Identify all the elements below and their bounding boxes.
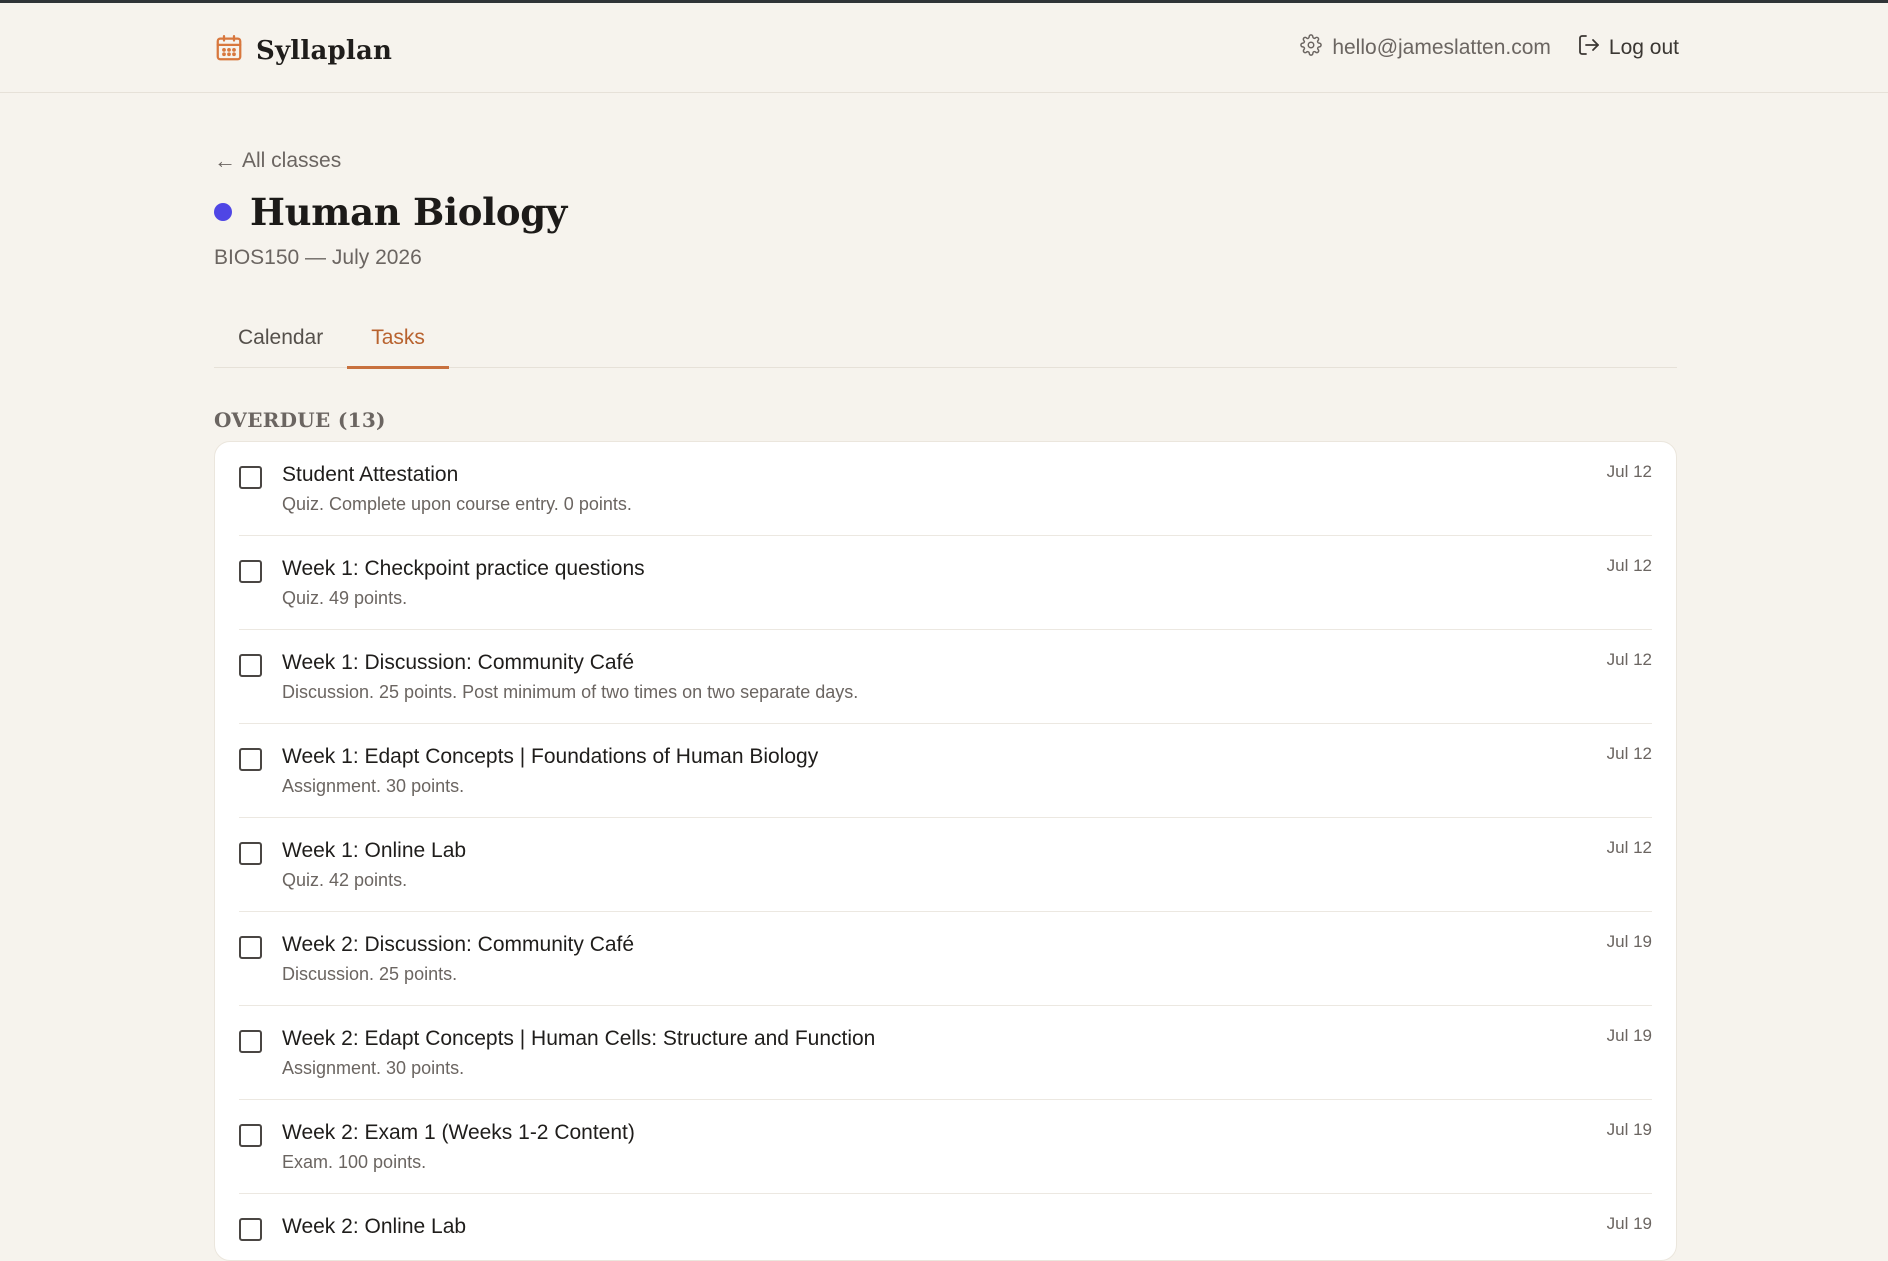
task-due-date: Jul 19 bbox=[1606, 1026, 1652, 1045]
list-item: Week 1: Online Lab Quiz. 42 points. Jul … bbox=[239, 818, 1652, 912]
task-name[interactable]: Week 1: Checkpoint practice questions bbox=[282, 557, 645, 581]
logout-label: Log out bbox=[1608, 36, 1679, 59]
tab-tasks[interactable]: Tasks bbox=[347, 320, 449, 369]
list-item: Week 2: Exam 1 (Weeks 1-2 Content) Exam.… bbox=[239, 1100, 1652, 1194]
brand-name: Syllaplan bbox=[256, 35, 393, 66]
logout-icon bbox=[1577, 33, 1609, 63]
task-name[interactable]: Week 2: Exam 1 (Weeks 1-2 Content) bbox=[282, 1121, 635, 1145]
course-title-row: Human Biology bbox=[214, 190, 567, 234]
task-due-date: Jul 12 bbox=[1606, 556, 1652, 575]
task-checkbox[interactable] bbox=[239, 654, 262, 677]
brand[interactable]: Syllaplan bbox=[214, 33, 392, 68]
list-item: Week 1: Edapt Concepts | Foundations of … bbox=[239, 724, 1652, 818]
task-checkbox[interactable] bbox=[239, 560, 262, 583]
logout-button[interactable]: Log out bbox=[1577, 33, 1679, 63]
task-name[interactable]: Week 2: Discussion: Community Café bbox=[282, 933, 634, 957]
app-header: Syllaplan hello@jameslatten.com Log out bbox=[0, 3, 1888, 93]
gear-icon bbox=[1300, 34, 1332, 62]
list-item: Week 1: Discussion: Community Café Discu… bbox=[239, 630, 1652, 724]
task-description: Quiz. 42 points. bbox=[282, 870, 408, 890]
task-checkbox[interactable] bbox=[239, 1030, 262, 1053]
task-name[interactable]: Week 1: Online Lab bbox=[282, 839, 466, 863]
task-due-date: Jul 12 bbox=[1606, 744, 1652, 763]
task-description: Discussion. 25 points. bbox=[282, 964, 458, 984]
course-subtitle: BIOS150 — July 2026 bbox=[214, 246, 422, 269]
task-description: Quiz. Complete upon course entry. 0 poin… bbox=[282, 494, 632, 514]
task-checkbox[interactable] bbox=[239, 748, 262, 771]
task-checkbox[interactable] bbox=[239, 936, 262, 959]
list-item: Week 2: Edapt Concepts | Human Cells: St… bbox=[239, 1006, 1652, 1100]
page-title: Human Biology bbox=[250, 190, 567, 234]
task-name[interactable]: Week 2: Edapt Concepts | Human Cells: St… bbox=[282, 1027, 875, 1051]
back-to-classes-link[interactable]: ← All classes bbox=[214, 148, 341, 174]
list-item: Student Attestation Quiz. Complete upon … bbox=[239, 442, 1652, 536]
calendar-icon bbox=[214, 33, 244, 68]
list-item: Week 2: Discussion: Community Café Discu… bbox=[239, 912, 1652, 1006]
course-tabs: Calendar Tasks bbox=[214, 320, 1677, 369]
overdue-task-list: Student Attestation Quiz. Complete upon … bbox=[214, 441, 1677, 1261]
task-description: Discussion. 25 points. Post minimum of t… bbox=[282, 682, 859, 702]
task-checkbox[interactable] bbox=[239, 466, 262, 489]
task-checkbox[interactable] bbox=[239, 1218, 262, 1241]
task-due-date: Jul 12 bbox=[1606, 462, 1652, 481]
account-settings-link[interactable]: hello@jameslatten.com bbox=[1300, 34, 1551, 62]
task-name[interactable]: Week 1: Discussion: Community Café bbox=[282, 651, 634, 675]
task-checkbox[interactable] bbox=[239, 842, 262, 865]
task-due-date: Jul 19 bbox=[1606, 1120, 1652, 1139]
task-description: Quiz. 49 points. bbox=[282, 588, 408, 608]
task-name[interactable]: Week 1: Edapt Concepts | Foundations of … bbox=[282, 745, 818, 769]
task-checkbox[interactable] bbox=[239, 1124, 262, 1147]
task-description: Exam. 100 points. bbox=[282, 1152, 427, 1172]
task-due-date: Jul 19 bbox=[1606, 932, 1652, 951]
course-color-dot bbox=[214, 203, 232, 221]
task-due-date: Jul 12 bbox=[1606, 838, 1652, 857]
task-due-date: Jul 12 bbox=[1606, 650, 1652, 669]
arrow-left-icon: ← bbox=[214, 148, 236, 173]
back-label: All classes bbox=[242, 149, 342, 172]
header-actions: hello@jameslatten.com Log out bbox=[1300, 33, 1679, 63]
task-due-date: Jul 19 bbox=[1606, 1214, 1652, 1233]
list-item: Week 1: Checkpoint practice questions Qu… bbox=[239, 536, 1652, 630]
account-email: hello@jameslatten.com bbox=[1332, 36, 1551, 59]
overdue-heading: OVERDUE (13) bbox=[214, 408, 386, 432]
task-description: Assignment. 30 points. bbox=[282, 1058, 465, 1078]
tab-calendar[interactable]: Calendar bbox=[214, 320, 347, 368]
task-description: Assignment. 30 points. bbox=[282, 776, 465, 796]
task-name[interactable]: Student Attestation bbox=[282, 463, 458, 487]
task-name[interactable]: Week 2: Online Lab bbox=[282, 1215, 466, 1239]
